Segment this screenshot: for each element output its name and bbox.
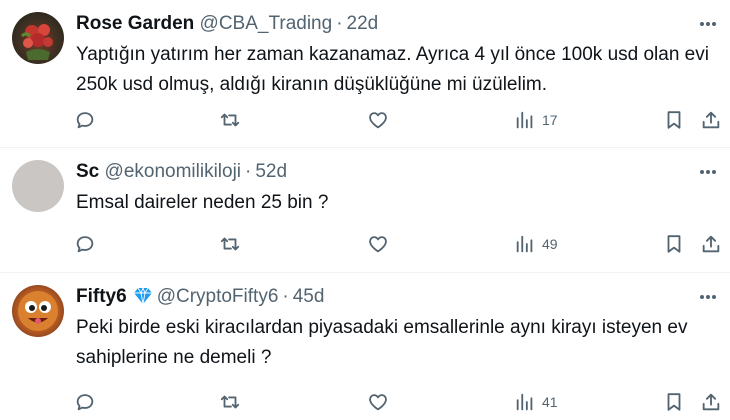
author-name[interactable]: Sc — [76, 161, 99, 182]
views-count: 49 — [542, 236, 558, 252]
retweet-icon — [220, 113, 240, 127]
verified-icon — [133, 286, 153, 314]
views-icon — [516, 111, 533, 129]
author-handle[interactable]: @ekonomilikiloji — [105, 161, 242, 182]
separator-dot: · — [336, 13, 343, 34]
share-icon — [702, 111, 720, 129]
like-button[interactable] — [367, 390, 389, 414]
reply-button[interactable] — [74, 108, 96, 132]
rose-bouquet-image — [20, 24, 53, 60]
bookmark-icon — [667, 111, 681, 129]
reply-icon — [76, 394, 94, 411]
tweet[interactable]: Fifty6 @CryptoFifty6 · 45d Peki birde eski … — [0, 273, 730, 420]
share-button[interactable] — [700, 108, 722, 132]
tweet-header: Fifty6 @CryptoFifty6 · 45d — [76, 283, 324, 314]
retweet-button[interactable] — [219, 232, 241, 256]
more-icon[interactable] — [698, 162, 718, 182]
retweet-icon — [220, 237, 240, 251]
share-icon — [702, 235, 720, 253]
tweet-text: Yaptığın yatırım her zaman kazanamaz. Ay… — [76, 44, 709, 95]
tweet[interactable]: Rose Garden @CBA_Trading · 22d Yaptığın ya… — [0, 0, 730, 148]
furry-monster-image — [18, 291, 58, 331]
author-name[interactable]: Rose Garden — [76, 13, 194, 34]
separator-dot: · — [282, 286, 289, 307]
bookmark-icon — [667, 393, 681, 411]
like-button[interactable] — [367, 232, 389, 256]
author-handle[interactable]: @CryptoFifty6 — [157, 286, 279, 307]
action-bar: 17 — [0, 108, 730, 132]
like-icon — [369, 236, 387, 253]
views-icon — [516, 393, 533, 411]
tweet-header: Sc @ekonomilikiloji · 52d — [76, 158, 287, 186]
share-icon — [702, 393, 720, 411]
avatar[interactable] — [12, 160, 64, 212]
share-button[interactable] — [700, 390, 722, 414]
bookmark-icon — [667, 235, 681, 253]
timestamp[interactable]: 52d — [255, 161, 287, 182]
views-count: 41 — [542, 394, 558, 410]
timestamp[interactable]: 45d — [293, 286, 325, 307]
views-count: 17 — [542, 112, 558, 128]
tweet-text: Peki birde eski kiracılardan piyasadaki … — [76, 317, 688, 368]
bookmark-button[interactable] — [663, 232, 685, 256]
share-button[interactable] — [700, 232, 722, 256]
bookmark-button[interactable] — [663, 390, 685, 414]
tweet-text: Emsal daireler neden 25 bin ? — [76, 192, 329, 213]
more-icon[interactable] — [698, 14, 718, 34]
views-button[interactable]: 41 — [514, 390, 558, 414]
retweet-icon — [220, 395, 240, 409]
avatar[interactable] — [12, 12, 64, 64]
reply-button[interactable] — [74, 390, 96, 414]
like-button[interactable] — [367, 108, 389, 132]
action-bar: 41 — [0, 390, 730, 414]
avatar[interactable] — [12, 285, 64, 337]
tweet-header: Rose Garden @CBA_Trading · 22d — [76, 10, 378, 38]
views-icon — [516, 235, 533, 253]
reply-icon — [76, 236, 94, 253]
like-icon — [369, 394, 387, 411]
timestamp[interactable]: 22d — [347, 13, 379, 34]
tweet[interactable]: Sc @ekonomilikiloji · 52d Emsal daireler n… — [0, 148, 730, 273]
reply-icon — [76, 112, 94, 129]
retweet-button[interactable] — [219, 108, 241, 132]
more-icon[interactable] — [698, 287, 718, 307]
like-icon — [369, 112, 387, 129]
author-handle[interactable]: @CBA_Trading — [200, 13, 333, 34]
author-name[interactable]: Fifty6 — [76, 286, 127, 307]
bookmark-button[interactable] — [663, 108, 685, 132]
separator-dot: · — [245, 161, 252, 182]
retweet-button[interactable] — [219, 390, 241, 414]
views-button[interactable]: 49 — [514, 232, 558, 256]
views-button[interactable]: 17 — [514, 108, 558, 132]
action-bar: 49 — [0, 232, 730, 256]
reply-button[interactable] — [74, 232, 96, 256]
